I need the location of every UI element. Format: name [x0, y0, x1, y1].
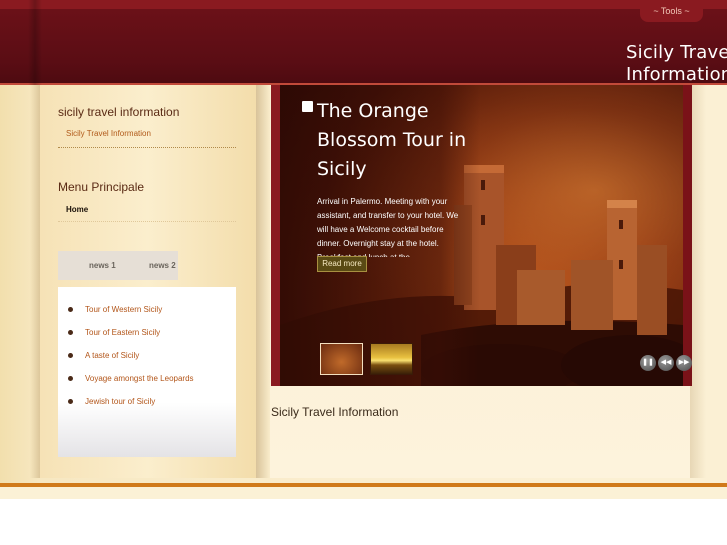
divider [58, 221, 236, 222]
tab-news-2[interactable]: news 2 [149, 261, 176, 270]
bullet-icon [68, 307, 73, 312]
news-item-taste-of-sicily[interactable]: A taste of Sicily [85, 351, 139, 360]
divider [58, 147, 236, 148]
slide-thumbnail-1[interactable] [320, 343, 363, 375]
site-title[interactable]: Sicily Travel Information [626, 42, 727, 86]
bullet-icon [68, 330, 73, 335]
slideshow: The Orange Blossom Tour in Sicily Arriva… [271, 85, 692, 386]
top-bar [0, 0, 727, 9]
bullet-icon [68, 376, 73, 381]
sidebar-shadow-right [256, 85, 270, 478]
sidebar-shadow-left [30, 85, 40, 478]
bullet-icon [68, 399, 73, 404]
menu-item-home[interactable]: Home [66, 205, 88, 214]
site-title-line1: Sicily Travel [626, 42, 727, 63]
slide-frame-right [683, 85, 692, 386]
tools-button[interactable]: ~ Tools ~ [640, 0, 703, 22]
site-header [0, 9, 727, 85]
header-shadow [28, 0, 42, 85]
pause-icon[interactable]: ❚❚ [640, 355, 656, 371]
content-shadow-right [690, 85, 706, 478]
news-item-leopards[interactable]: Voyage amongst the Leopards [85, 374, 194, 383]
previous-icon[interactable]: ◀◀ [658, 355, 674, 371]
square-icon [302, 101, 313, 112]
module-title-menu: Menu Principale [58, 180, 145, 194]
next-icon[interactable]: ▶▶ [676, 355, 692, 371]
news-item-eastern-sicily[interactable]: Tour of Eastern Sicily [85, 328, 160, 337]
news-item-western-sicily[interactable]: Tour of Western Sicily [85, 305, 162, 314]
footer-band [0, 487, 727, 499]
read-more-button[interactable]: Read more [317, 256, 367, 272]
news-tabs: news 1 news 2 [58, 251, 178, 280]
main-heading: Sicily Travel Information [271, 405, 399, 419]
module-title-sicily: sicily travel information [58, 105, 180, 119]
slide-title[interactable]: The Orange Blossom Tour in Sicily [317, 97, 467, 184]
bullet-icon [68, 353, 73, 358]
slide-frame-left [271, 85, 280, 386]
slide-thumbnail-2[interactable] [370, 343, 413, 375]
slide-description: Arrival in Palermo. Meeting with your as… [317, 197, 459, 257]
site-title-line2: Information [626, 64, 727, 85]
tab-news-1[interactable]: news 1 [89, 261, 116, 270]
news-list: Tour of Western Sicily Tour of Eastern S… [58, 287, 236, 457]
news-item-jewish-tour[interactable]: Jewish tour of Sicily [85, 397, 155, 406]
sidebar-link-sicily-travel[interactable]: Sicily Travel Information [66, 129, 151, 138]
